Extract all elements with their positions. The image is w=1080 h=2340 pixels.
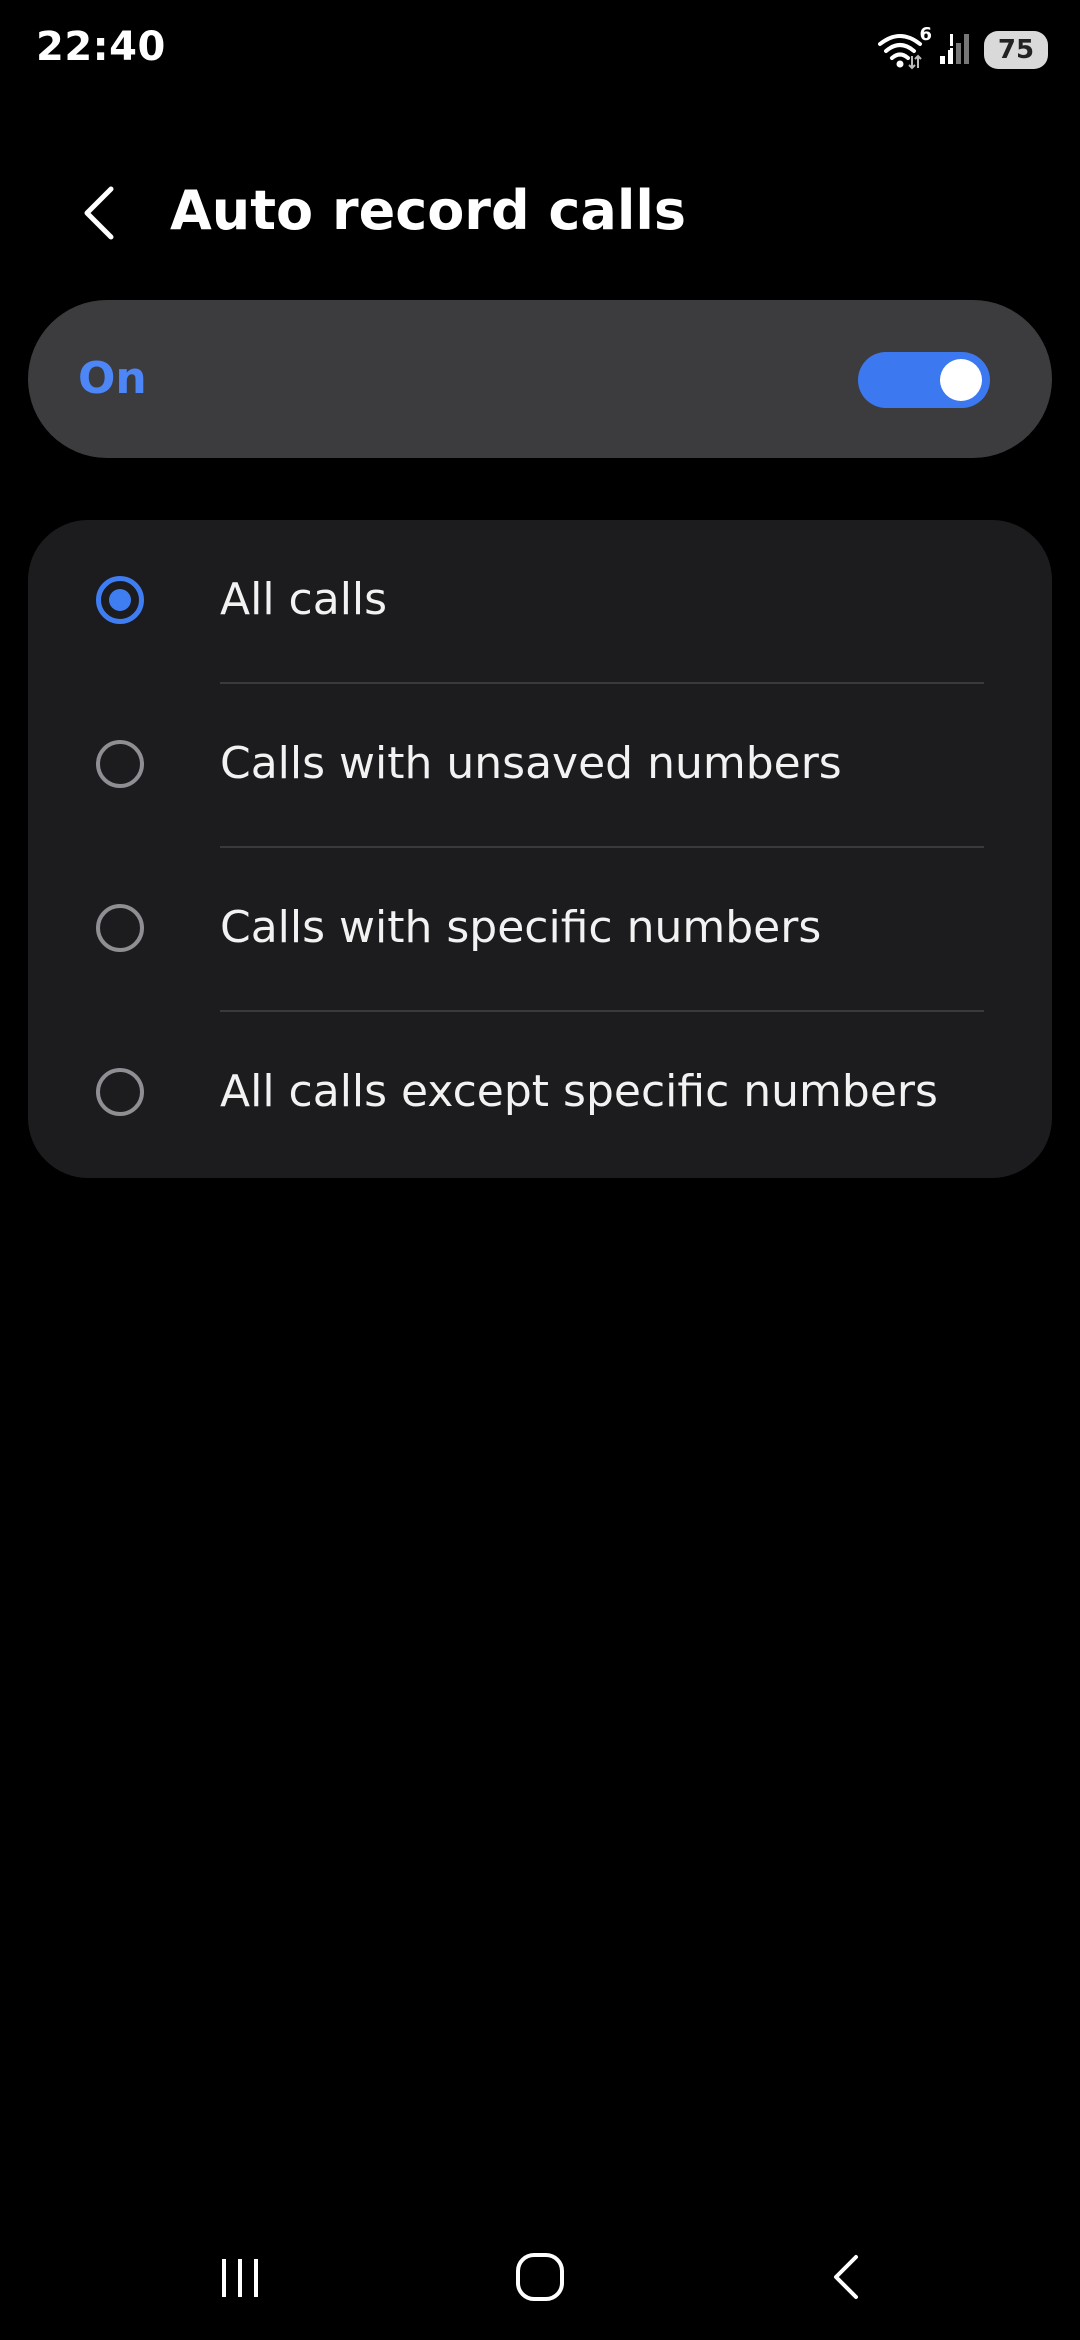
toggle-knob — [940, 359, 982, 401]
page-title: Auto record calls — [170, 179, 687, 242]
option-except-specific-numbers[interactable]: All calls except specific numbers — [28, 1012, 1052, 1176]
navigation-bar — [0, 2220, 1080, 2340]
recents-button[interactable] — [200, 2242, 280, 2312]
option-all-calls[interactable]: All calls — [28, 520, 1052, 684]
radio-unselected-icon[interactable] — [96, 904, 144, 952]
option-label: Calls with specific numbers — [220, 902, 822, 953]
radio-unselected-icon[interactable] — [96, 740, 144, 788]
home-icon — [516, 2253, 564, 2301]
back-icon — [834, 2255, 858, 2299]
option-label: All calls — [220, 574, 388, 625]
chevron-left-icon — [84, 186, 114, 240]
options-list: All calls Calls with unsaved numbers Cal… — [28, 520, 1052, 1178]
option-specific-numbers[interactable]: Calls with specific numbers — [28, 848, 1052, 1012]
recents-icon — [222, 2259, 258, 2297]
nav-back-button[interactable] — [806, 2242, 886, 2312]
status-icons: 6 75 — [876, 24, 1048, 70]
battery-icon: 75 — [984, 31, 1048, 69]
master-switch-label: On — [78, 353, 147, 404]
wifi-icon: 6 — [876, 24, 932, 70]
radio-unselected-icon[interactable] — [96, 1068, 144, 1116]
status-bar: 22:40 6 75 — [0, 0, 1080, 100]
home-button[interactable] — [500, 2242, 580, 2312]
master-switch-row[interactable]: On — [28, 300, 1052, 458]
option-label: All calls except specific numbers — [220, 1066, 938, 1117]
master-toggle[interactable] — [858, 352, 990, 408]
status-time: 22:40 — [36, 24, 166, 70]
wifi-badge: 6 — [919, 24, 932, 45]
signal-icon — [938, 30, 974, 70]
option-label: Calls with unsaved numbers — [220, 738, 842, 789]
option-unsaved-numbers[interactable]: Calls with unsaved numbers — [28, 684, 1052, 848]
radio-selected-icon[interactable] — [96, 576, 144, 624]
header: Auto record calls — [0, 150, 1080, 270]
back-button[interactable] — [64, 178, 134, 248]
